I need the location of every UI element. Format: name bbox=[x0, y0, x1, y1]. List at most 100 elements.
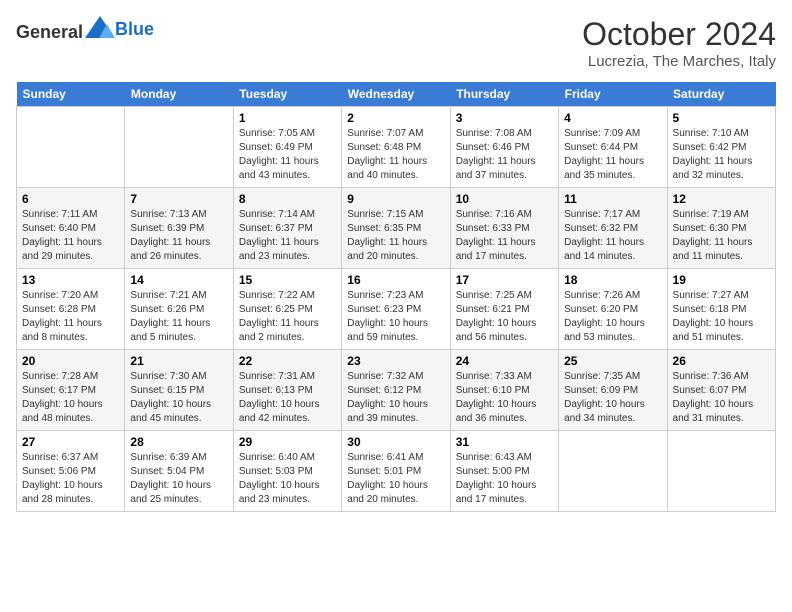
day-detail: Sunrise: 7:30 AMSunset: 6:15 PMDaylight:… bbox=[130, 371, 211, 424]
day-number: 14 bbox=[130, 273, 227, 287]
calendar-week-row: 1Sunrise: 7:05 AMSunset: 6:49 PMDaylight… bbox=[17, 107, 776, 188]
calendar-cell: 9 Sunrise: 7:15 AMSunset: 6:35 PMDaylight… bbox=[342, 188, 450, 269]
day-detail: Sunrise: 7:15 AMSunset: 6:35 PMDaylight:… bbox=[347, 209, 427, 262]
day-number: 25 bbox=[564, 354, 661, 368]
day-number: 8 bbox=[239, 192, 336, 206]
day-number: 6 bbox=[22, 192, 119, 206]
day-detail: Sunrise: 7:31 AMSunset: 6:13 PMDaylight:… bbox=[239, 371, 320, 424]
day-number: 23 bbox=[347, 354, 444, 368]
calendar-cell: 21 Sunrise: 7:30 AMSunset: 6:15 PMDayligh… bbox=[125, 350, 233, 431]
day-number: 15 bbox=[239, 273, 336, 287]
calendar-cell bbox=[559, 431, 667, 512]
day-detail: Sunrise: 7:17 AMSunset: 6:32 PMDaylight:… bbox=[564, 209, 644, 262]
day-detail: Sunrise: 6:40 AMSunset: 5:03 PMDaylight:… bbox=[239, 452, 320, 505]
day-detail: Sunrise: 7:20 AMSunset: 6:28 PMDaylight:… bbox=[22, 290, 102, 343]
day-number: 24 bbox=[456, 354, 553, 368]
day-number: 11 bbox=[564, 192, 661, 206]
logo: General Blue bbox=[16, 16, 154, 43]
day-detail: Sunrise: 6:37 AMSunset: 5:06 PMDaylight:… bbox=[22, 452, 103, 505]
day-detail: Sunrise: 6:43 AMSunset: 5:00 PMDaylight:… bbox=[456, 452, 537, 505]
day-detail: Sunrise: 6:41 AMSunset: 5:01 PMDaylight:… bbox=[347, 452, 428, 505]
day-number: 18 bbox=[564, 273, 661, 287]
calendar-cell: 6 Sunrise: 7:11 AMSunset: 6:40 PMDaylight… bbox=[17, 188, 125, 269]
day-detail: Sunrise: 7:33 AMSunset: 6:10 PMDaylight:… bbox=[456, 371, 537, 424]
day-number: 17 bbox=[456, 273, 553, 287]
calendar-cell: 5Sunrise: 7:10 AMSunset: 6:42 PMDaylight… bbox=[667, 107, 775, 188]
day-header: Thursday bbox=[450, 82, 558, 107]
day-header: Monday bbox=[125, 82, 233, 107]
calendar-cell: 29Sunrise: 6:40 AMSunset: 5:03 PMDayligh… bbox=[233, 431, 341, 512]
day-detail: Sunrise: 7:36 AMSunset: 6:07 PMDaylight:… bbox=[673, 371, 754, 424]
day-detail: Sunrise: 7:09 AMSunset: 6:44 PMDaylight:… bbox=[564, 128, 644, 181]
day-number: 30 bbox=[347, 435, 444, 449]
calendar-cell: 4 Sunrise: 7:09 AMSunset: 6:44 PMDaylight… bbox=[559, 107, 667, 188]
day-detail: Sunrise: 7:23 AMSunset: 6:23 PMDaylight:… bbox=[347, 290, 428, 343]
calendar-week-row: 13 Sunrise: 7:20 AMSunset: 6:28 PMDayligh… bbox=[17, 269, 776, 350]
calendar-cell: 22 Sunrise: 7:31 AMSunset: 6:13 PMDayligh… bbox=[233, 350, 341, 431]
day-number: 10 bbox=[456, 192, 553, 206]
day-header: Tuesday bbox=[233, 82, 341, 107]
calendar-cell: 27Sunrise: 6:37 AMSunset: 5:06 PMDayligh… bbox=[17, 431, 125, 512]
day-detail: Sunrise: 7:25 AMSunset: 6:21 PMDaylight:… bbox=[456, 290, 537, 343]
day-number: 12 bbox=[673, 192, 770, 206]
day-number: 21 bbox=[130, 354, 227, 368]
day-number: 9 bbox=[347, 192, 444, 206]
calendar-cell: 1Sunrise: 7:05 AMSunset: 6:49 PMDaylight… bbox=[233, 107, 341, 188]
day-header: Sunday bbox=[17, 82, 125, 107]
calendar-cell: 7 Sunrise: 7:13 AMSunset: 6:39 PMDaylight… bbox=[125, 188, 233, 269]
day-header: Saturday bbox=[667, 82, 775, 107]
calendar-cell: 31 Sunrise: 6:43 AMSunset: 5:00 PMDayligh… bbox=[450, 431, 558, 512]
calendar-cell: 13 Sunrise: 7:20 AMSunset: 6:28 PMDayligh… bbox=[17, 269, 125, 350]
month-title: October 2024 bbox=[582, 16, 776, 53]
day-header: Wednesday bbox=[342, 82, 450, 107]
day-detail: Sunrise: 7:19 AMSunset: 6:30 PMDaylight:… bbox=[673, 209, 753, 262]
calendar-table: SundayMondayTuesdayWednesdayThursdayFrid… bbox=[16, 82, 776, 512]
calendar-cell: 8 Sunrise: 7:14 AMSunset: 6:37 PMDaylight… bbox=[233, 188, 341, 269]
calendar-cell: 19 Sunrise: 7:27 AMSunset: 6:18 PMDayligh… bbox=[667, 269, 775, 350]
calendar-body: 1Sunrise: 7:05 AMSunset: 6:49 PMDaylight… bbox=[17, 107, 776, 512]
day-number: 7 bbox=[130, 192, 227, 206]
day-number: 3 bbox=[456, 111, 553, 125]
logo-icon bbox=[85, 16, 115, 38]
day-number: 28 bbox=[130, 435, 227, 449]
day-header: Friday bbox=[559, 82, 667, 107]
calendar-cell: 30 Sunrise: 6:41 AMSunset: 5:01 PMDayligh… bbox=[342, 431, 450, 512]
day-detail: Sunrise: 7:28 AMSunset: 6:17 PMDaylight:… bbox=[22, 371, 103, 424]
calendar-cell: 2Sunrise: 7:07 AMSunset: 6:48 PMDaylight… bbox=[342, 107, 450, 188]
day-detail: Sunrise: 7:26 AMSunset: 6:20 PMDaylight:… bbox=[564, 290, 645, 343]
day-detail: Sunrise: 7:13 AMSunset: 6:39 PMDaylight:… bbox=[130, 209, 210, 262]
day-number: 16 bbox=[347, 273, 444, 287]
day-detail: Sunrise: 7:11 AMSunset: 6:40 PMDaylight:… bbox=[22, 209, 102, 262]
calendar-cell bbox=[125, 107, 233, 188]
day-detail: Sunrise: 7:16 AMSunset: 6:33 PMDaylight:… bbox=[456, 209, 536, 262]
calendar-week-row: 6 Sunrise: 7:11 AMSunset: 6:40 PMDaylight… bbox=[17, 188, 776, 269]
logo-blue: Blue bbox=[115, 19, 154, 39]
calendar-cell: 28Sunrise: 6:39 AMSunset: 5:04 PMDayligh… bbox=[125, 431, 233, 512]
day-detail: Sunrise: 7:21 AMSunset: 6:26 PMDaylight:… bbox=[130, 290, 210, 343]
day-number: 13 bbox=[22, 273, 119, 287]
day-number: 1 bbox=[239, 111, 336, 125]
calendar-cell: 16 Sunrise: 7:23 AMSunset: 6:23 PMDayligh… bbox=[342, 269, 450, 350]
logo-general: General bbox=[16, 22, 83, 42]
calendar-cell: 18 Sunrise: 7:26 AMSunset: 6:20 PMDayligh… bbox=[559, 269, 667, 350]
calendar-cell: 15 Sunrise: 7:22 AMSunset: 6:25 PMDayligh… bbox=[233, 269, 341, 350]
calendar-cell: 23 Sunrise: 7:32 AMSunset: 6:12 PMDayligh… bbox=[342, 350, 450, 431]
day-detail: Sunrise: 7:07 AMSunset: 6:48 PMDaylight:… bbox=[347, 128, 427, 181]
calendar-cell: 10 Sunrise: 7:16 AMSunset: 6:33 PMDayligh… bbox=[450, 188, 558, 269]
calendar-cell: 26Sunrise: 7:36 AMSunset: 6:07 PMDayligh… bbox=[667, 350, 775, 431]
day-number: 4 bbox=[564, 111, 661, 125]
calendar-cell: 11 Sunrise: 7:17 AMSunset: 6:32 PMDayligh… bbox=[559, 188, 667, 269]
day-detail: Sunrise: 7:22 AMSunset: 6:25 PMDaylight:… bbox=[239, 290, 319, 343]
day-number: 22 bbox=[239, 354, 336, 368]
calendar-cell bbox=[17, 107, 125, 188]
page-header: General Blue October 2024 Lucrezia, The … bbox=[16, 16, 776, 70]
day-detail: Sunrise: 7:14 AMSunset: 6:37 PMDaylight:… bbox=[239, 209, 319, 262]
day-detail: Sunrise: 7:32 AMSunset: 6:12 PMDaylight:… bbox=[347, 371, 428, 424]
day-number: 5 bbox=[673, 111, 770, 125]
location-title: Lucrezia, The Marches, Italy bbox=[582, 53, 776, 70]
day-number: 31 bbox=[456, 435, 553, 449]
calendar-cell: 14 Sunrise: 7:21 AMSunset: 6:26 PMDayligh… bbox=[125, 269, 233, 350]
day-detail: Sunrise: 7:35 AMSunset: 6:09 PMDaylight:… bbox=[564, 371, 645, 424]
day-number: 19 bbox=[673, 273, 770, 287]
day-detail: Sunrise: 7:27 AMSunset: 6:18 PMDaylight:… bbox=[673, 290, 754, 343]
